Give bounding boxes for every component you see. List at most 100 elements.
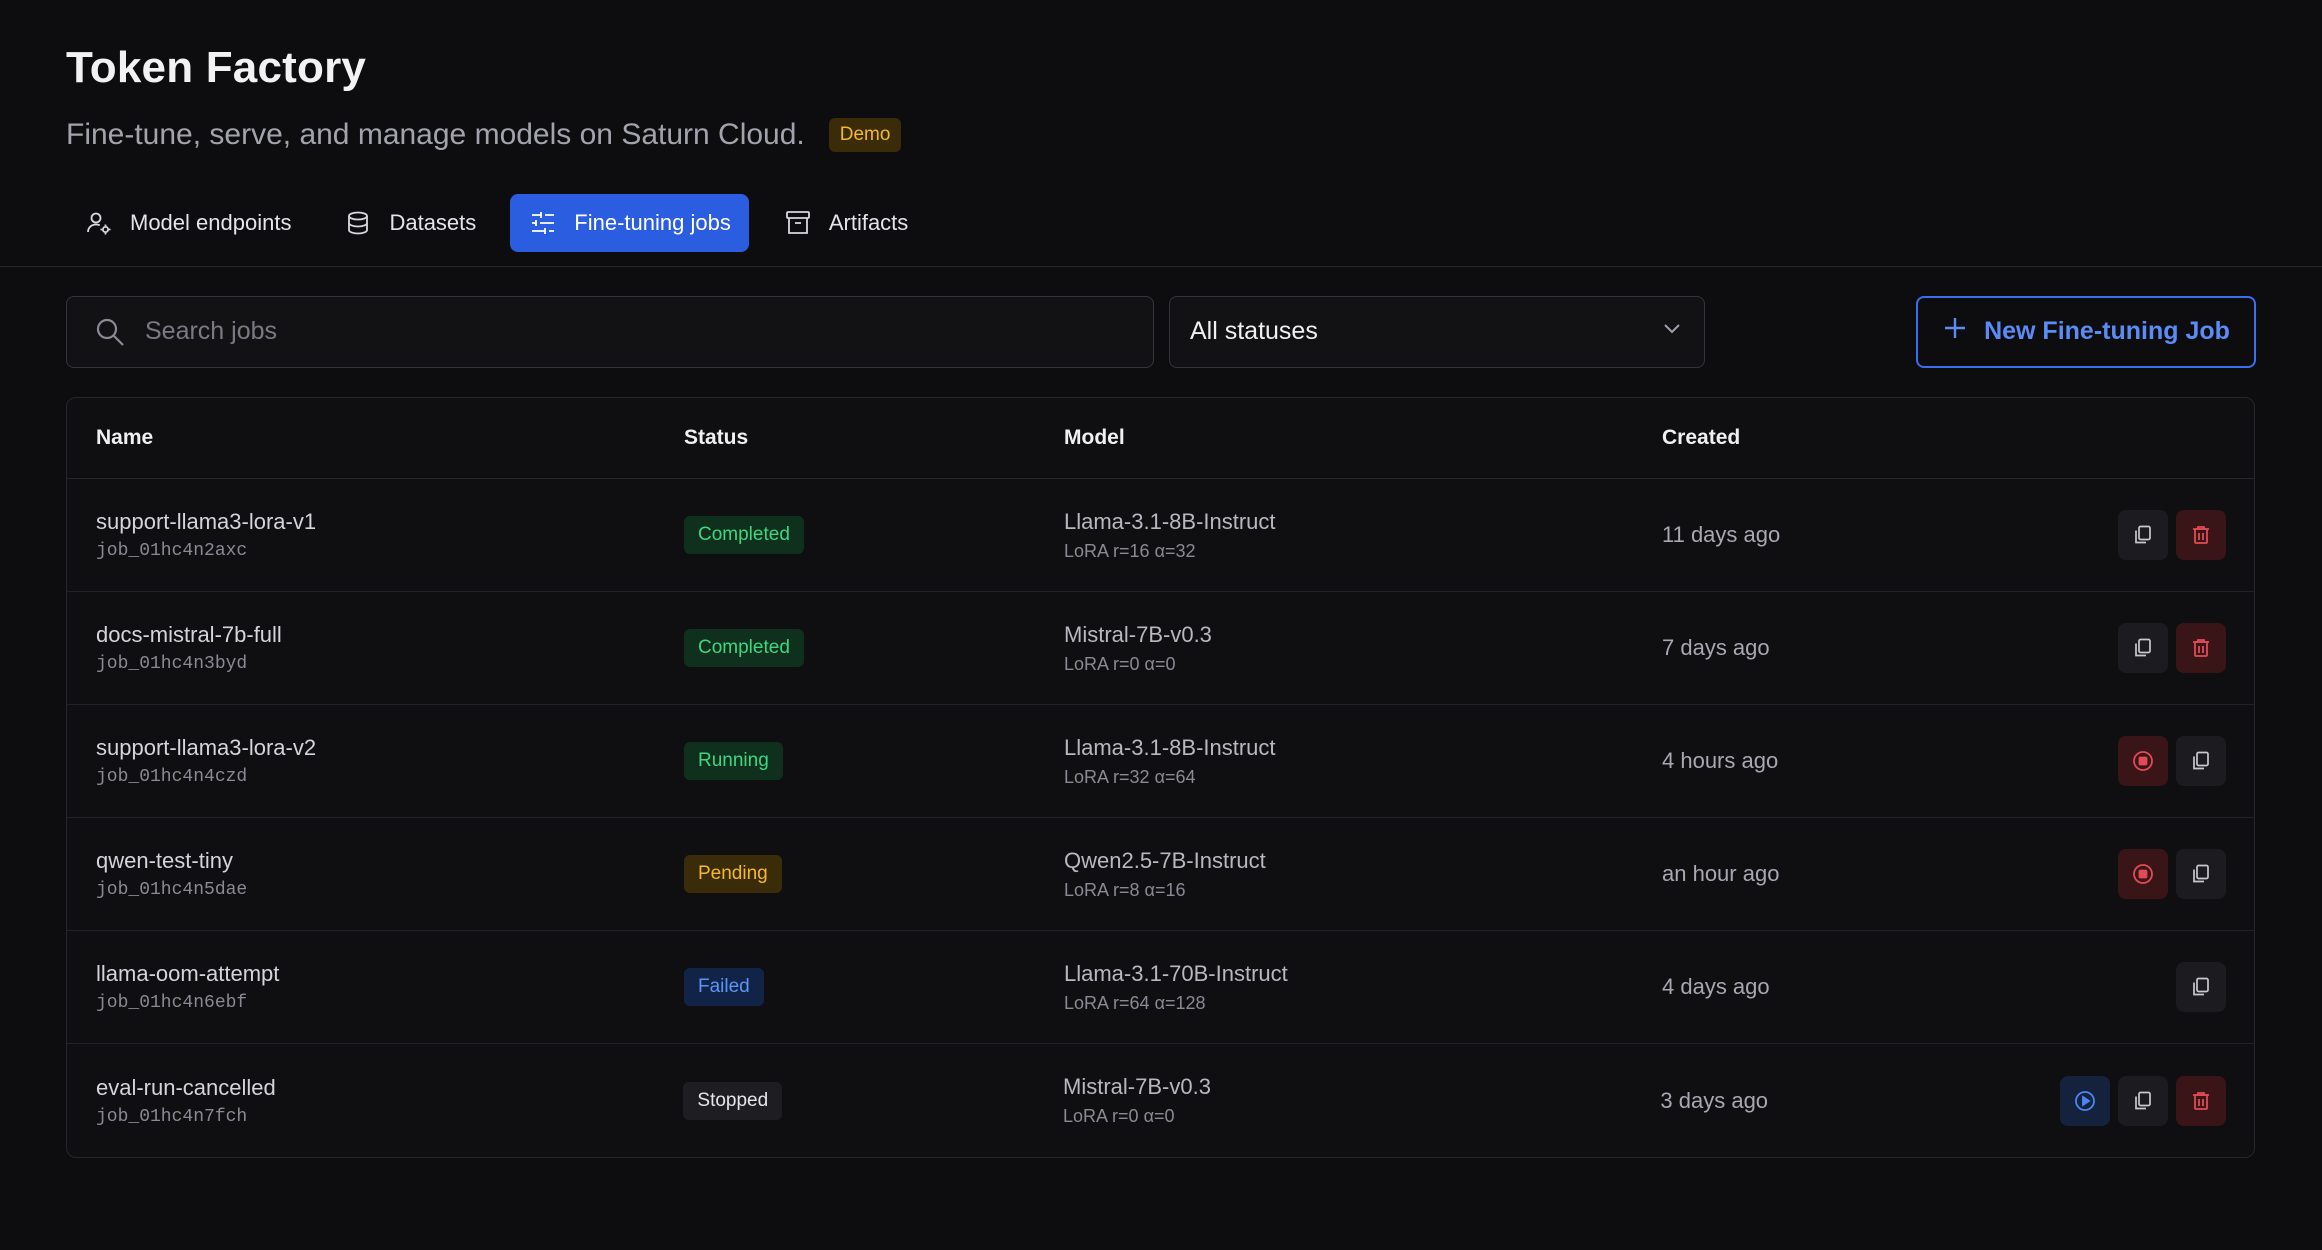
status-badge: Stopped [683, 1081, 783, 1120]
model-name: Llama-3.1-8B-Instruct [1064, 508, 1276, 534]
delete-button[interactable] [2176, 623, 2226, 673]
status-filter-select[interactable]: All statuses [1169, 295, 1705, 368]
tab-model-endpoints[interactable]: Model endpoints [66, 194, 309, 252]
archive-icon [783, 208, 813, 238]
job-id: job_01hc4n7fch [96, 1106, 248, 1127]
job-name[interactable]: eval-run-cancelled [96, 1075, 683, 1101]
stop-button[interactable] [2118, 849, 2168, 899]
demo-badge: Demo [828, 118, 902, 152]
status-cell: Failed [684, 968, 1064, 1006]
job-name[interactable]: qwen-test-tiny [96, 848, 684, 874]
tab-label: Artifacts [828, 210, 909, 235]
model-name: Mistral-7B-v0.3 [1064, 621, 1212, 647]
job-name[interactable]: support-llama3-lora-v2 [96, 735, 684, 761]
job-name-cell: support-llama3-lora-v1 job_01hc4n2axc [67, 509, 684, 561]
created-time: 4 hours ago [1662, 748, 1779, 773]
copy-button[interactable] [2176, 962, 2226, 1012]
model-cell: Llama-3.1-70B-Instruct LoRA r=64 α=128 [1064, 961, 1662, 1014]
model-cell: Llama-3.1-8B-Instruct LoRA r=16 α=32 [1064, 509, 1662, 562]
job-id: job_01hc4n4czd [96, 767, 248, 787]
status-badge: Failed [684, 968, 764, 1006]
tab-artifacts[interactable]: Artifacts [765, 194, 926, 252]
column-header-model[interactable]: Model [1064, 426, 1662, 450]
copy-icon [2190, 750, 2212, 772]
copy-button[interactable] [2118, 623, 2168, 673]
new-fine-tuning-job-button[interactable]: New Fine-tuning Job [1916, 295, 2256, 368]
tab-label: Datasets [389, 210, 477, 235]
status-cell: Running [684, 742, 1064, 780]
copy-button[interactable] [2118, 510, 2168, 560]
new-button-label: New Fine-tuning Job [1984, 317, 2230, 345]
job-name[interactable]: docs-mistral-7b-full [96, 622, 684, 648]
table-row[interactable]: docs-mistral-7b-full job_01hc4n3byd Comple… [67, 592, 2254, 705]
copy-button[interactable] [2176, 849, 2226, 899]
database-icon [343, 208, 373, 238]
status-badge: Running [684, 742, 783, 780]
job-name[interactable]: support-llama3-lora-v1 [96, 509, 684, 535]
created-time: 4 days ago [1662, 974, 1770, 999]
page-header: Token Factory Fine-tune, serve, and mana… [0, 0, 2322, 252]
model-cell: Mistral-7B-v0.3 LoRA r=0 α=0 [1063, 1074, 1660, 1127]
table-header: Name Status Model Created [67, 398, 2254, 479]
tab-label: Model endpoints [130, 210, 292, 235]
created-cell: 4 days ago [1662, 974, 2062, 1000]
status-badge: Pending [684, 855, 782, 893]
row-actions [2062, 510, 2254, 560]
tab-datasets[interactable]: Datasets [325, 194, 494, 252]
stop-button[interactable] [2118, 736, 2168, 786]
model-cell: Mistral-7B-v0.3 LoRA r=0 α=0 [1064, 622, 1662, 675]
table-row[interactable]: qwen-test-tiny job_01hc4n5dae Pending Qwen2… [67, 818, 2254, 931]
job-name-cell: support-llama3-lora-v2 job_01hc4n4czd [67, 735, 684, 787]
model-name: Mistral-7B-v0.3 [1063, 1074, 1211, 1099]
model-name: Llama-3.1-70B-Instruct [1064, 960, 1288, 986]
model-config: LoRA r=32 α=64 [1064, 766, 1196, 787]
status-cell: Pending [684, 855, 1064, 893]
table-row[interactable]: support-llama3-lora-v2 job_01hc4n4czd Runn… [67, 705, 2254, 818]
table-row[interactable]: support-llama3-lora-v1 job_01hc4n2axc Comp… [67, 479, 2254, 592]
resume-button[interactable] [2060, 1075, 2110, 1126]
chevron-down-icon [1660, 316, 1684, 347]
created-time: 7 days ago [1662, 635, 1770, 660]
status-cell: Completed [684, 516, 1064, 554]
status-badge: Completed [684, 629, 804, 667]
job-id: job_01hc4n5dae [96, 880, 248, 900]
search-box [66, 295, 1154, 368]
copy-icon [2132, 637, 2154, 659]
column-header-status[interactable]: Status [684, 426, 1064, 450]
tab-label: Fine-tuning jobs [574, 210, 731, 235]
model-config: LoRA r=16 α=32 [1064, 540, 1196, 561]
table-row[interactable]: llama-oom-attempt job_01hc4n6ebf Failed Lla… [67, 931, 2254, 1044]
stop-circle-icon [2131, 749, 2155, 773]
row-actions [2062, 623, 2254, 673]
job-name-cell: llama-oom-attempt job_01hc4n6ebf [67, 961, 684, 1013]
copy-icon [2132, 524, 2154, 546]
trash-icon [2190, 637, 2212, 659]
model-cell: Llama-3.1-8B-Instruct LoRA r=32 α=64 [1064, 735, 1662, 788]
column-header-created[interactable]: Created [1662, 426, 2062, 450]
search-icon [93, 315, 127, 349]
job-name[interactable]: llama-oom-attempt [96, 961, 684, 987]
row-actions [2062, 736, 2254, 786]
copy-button[interactable] [2176, 736, 2226, 786]
tab-fine-tuning-jobs[interactable]: Fine-tuning jobs [510, 194, 749, 252]
delete-button[interactable] [2176, 1075, 2226, 1126]
column-header-name[interactable]: Name [67, 426, 684, 450]
page-title: Token Factory [66, 43, 367, 92]
row-actions [2060, 1075, 2254, 1126]
model-cell: Qwen2.5-7B-Instruct LoRA r=8 α=16 [1064, 848, 1662, 901]
table-row[interactable]: eval-run-cancelled job_01hc4n7fch Stopped M… [67, 1044, 2254, 1157]
status-filter-value: All statuses [1190, 317, 1318, 345]
row-actions [2062, 962, 2254, 1012]
created-cell: 4 hours ago [1662, 748, 2062, 774]
page-subtitle: Fine-tune, serve, and manage models on S… [66, 118, 805, 151]
delete-button[interactable] [2176, 510, 2226, 560]
model-name: Llama-3.1-8B-Instruct [1064, 734, 1276, 760]
trash-icon [2190, 1090, 2212, 1112]
play-circle-icon [2073, 1089, 2097, 1113]
stop-circle-icon [2131, 862, 2155, 886]
copy-button[interactable] [2118, 1075, 2168, 1126]
copy-icon [2190, 976, 2212, 998]
trash-icon [2190, 524, 2212, 546]
jobs-table: Name Status Model Created support-llama3… [66, 397, 2255, 1158]
search-input[interactable] [145, 317, 1127, 346]
